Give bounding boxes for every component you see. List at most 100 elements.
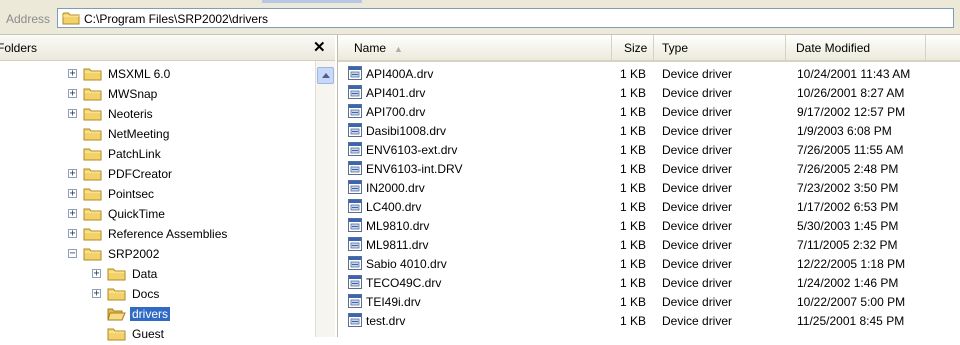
driver-file-icon [348,161,362,178]
file-name[interactable]: test.drv [366,314,405,328]
file-date-modified: 7/23/2002 3:50 PM [797,181,899,195]
tree-item-mwsnap[interactable]: + MWSnap [0,84,315,104]
driver-file-icon [348,275,362,292]
file-row[interactable]: LC400.drv 1 KB Device driver 1/17/2002 6:53… [338,197,960,216]
tree-item-neoteris[interactable]: + Neoteris [0,104,315,124]
driver-file-icon [348,218,362,235]
file-row[interactable]: Dasibi1008.drv 1 KB Device driver 1/9/2003 … [338,121,960,140]
file-size: 1 KB [619,86,646,100]
expand-icon[interactable]: + [68,69,77,79]
folders-title: Folders [0,41,38,55]
tree-item-label[interactable]: MWSnap [106,87,159,101]
vertical-scrollbar[interactable] [315,61,335,337]
tree-item-label[interactable]: QuickTime [106,207,167,221]
file-row[interactable]: TEI49i.drv 1 KB Device driver 10/22/2007 5:… [338,292,960,311]
address-field[interactable]: C:\Program Files\SRP2002\drivers [57,8,954,28]
file-date-modified: 10/22/2007 5:00 PM [797,295,906,309]
expand-icon[interactable]: + [68,169,77,179]
folder-icon [62,12,80,25]
tree-item-netmeeting[interactable]: NetMeeting [0,124,315,144]
file-row[interactable]: API400A.drv 1 KB Device driver 10/24/2001 1… [338,64,960,83]
tree-item-label[interactable]: Pointsec [106,187,156,201]
tree-item-label[interactable]: MSXML 6.0 [106,67,172,81]
driver-file-icon [348,294,362,311]
expand-icon[interactable]: + [68,209,77,219]
close-icon[interactable]: ✕ [313,38,326,56]
tree-item-patchlink[interactable]: PatchLink [0,144,315,164]
expand-icon[interactable]: + [68,89,77,99]
tree-item-label[interactable]: Neoteris [106,107,155,121]
file-type: Device driver [662,257,733,271]
file-name[interactable]: ENV6103-ext.drv [366,143,457,157]
tree-item-label[interactable]: PatchLink [106,147,163,161]
file-row[interactable]: API401.drv 1 KB Device driver 10/26/2001 8:… [338,83,960,102]
file-name[interactable]: LC400.drv [366,200,421,214]
column-header-size[interactable]: Size [612,35,654,60]
file-row[interactable]: Sabio 4010.drv 1 KB Device driver 12/22/200… [338,254,960,273]
file-name[interactable]: TEI49i.drv [366,295,421,309]
tree-item-label[interactable]: Docs [130,287,161,301]
file-name[interactable]: ML9811.drv [366,238,428,252]
file-date-modified: 1/24/2002 1:46 PM [797,276,899,290]
file-size: 1 KB [619,314,646,328]
file-row[interactable]: ENV6103-int.DRV 1 KB Device driver 7/26/200… [338,159,960,178]
folder-icon [83,206,102,225]
tree-item-label[interactable]: drivers [130,307,171,321]
file-row[interactable]: TECO49C.drv 1 KB Device driver 1/24/2002 1:… [338,273,960,292]
tree-item-pdfcreator[interactable]: + PDFCreator [0,164,315,184]
tree-item-msxml-6-0[interactable]: + MSXML 6.0 [0,64,315,84]
folder-icon [107,286,126,305]
file-date-modified: 12/22/2005 1:18 PM [797,257,906,271]
file-row[interactable]: ML9811.drv 1 KB Device driver 7/11/2005 2:3… [338,235,960,254]
tree-item-label[interactable]: SRP2002 [106,247,161,261]
folder-icon [83,166,102,185]
file-date-modified: 7/26/2005 2:48 PM [797,162,899,176]
scroll-up-arrow-icon[interactable] [317,67,334,84]
column-header-name[interactable]: Name ▲ [338,35,612,60]
tree-item-label[interactable]: PDFCreator [106,167,174,181]
tree-item-guest[interactable]: Guest [0,324,315,344]
tree-item-srp2002[interactable]: − SRP2002 [0,244,315,264]
file-type: Device driver [662,295,733,309]
file-row[interactable]: IN2000.drv 1 KB Device driver 7/23/2002 3:5… [338,178,960,197]
tree-item-label[interactable]: Data [130,267,159,281]
tree-item-quicktime[interactable]: + QuickTime [0,204,315,224]
file-row[interactable]: ML9810.drv 1 KB Device driver 5/30/2003 1:4… [338,216,960,235]
file-type: Device driver [662,124,733,138]
expand-icon[interactable]: + [68,109,77,119]
file-name[interactable]: API401.drv [366,86,425,100]
collapse-icon[interactable]: − [68,249,77,259]
file-name[interactable]: ENV6103-int.DRV [366,162,463,176]
file-type: Device driver [662,314,733,328]
file-name[interactable]: IN2000.drv [366,181,425,195]
file-name[interactable]: ML9810.drv [366,219,429,233]
file-row[interactable]: API700.drv 1 KB Device driver 9/17/2002 12:… [338,102,960,121]
tree-item-pointsec[interactable]: + Pointsec [0,184,315,204]
file-name[interactable]: Sabio 4010.drv [366,257,447,271]
file-name[interactable]: Dasibi1008.drv [366,124,446,138]
column-header-date-modified[interactable]: Date Modified [786,35,926,60]
file-name[interactable]: API700.drv [366,105,425,119]
expand-icon[interactable]: + [68,229,77,239]
file-size: 1 KB [619,143,646,157]
expand-icon[interactable]: + [92,269,101,279]
tree-item-label[interactable]: NetMeeting [106,127,171,141]
file-type: Device driver [662,200,733,214]
toolbar-edge [262,0,362,3]
file-size: 1 KB [619,276,646,290]
expand-icon[interactable]: + [92,289,101,299]
tree-item-docs[interactable]: + Docs [0,284,315,304]
column-headers: Name ▲ Size Type Date Modified [338,35,960,62]
file-row[interactable]: ENV6103-ext.drv 1 KB Device driver 7/26/200… [338,140,960,159]
tree-item-label[interactable]: Guest [130,327,166,341]
tree-item-label[interactable]: Reference Assemblies [106,227,229,241]
tree-item-reference-assemblies[interactable]: + Reference Assemblies [0,224,315,244]
column-header-type[interactable]: Type [654,35,786,60]
file-row[interactable]: test.drv 1 KB Device driver 11/25/2001 8:45… [338,311,960,330]
file-name[interactable]: TECO49C.drv [366,276,441,290]
tree-item-drivers[interactable]: drivers [0,304,315,324]
tree-item-data[interactable]: + Data [0,264,315,284]
address-path[interactable]: C:\Program Files\SRP2002\drivers [84,12,268,26]
file-name[interactable]: API400A.drv [366,67,433,81]
expand-icon[interactable]: + [68,189,77,199]
